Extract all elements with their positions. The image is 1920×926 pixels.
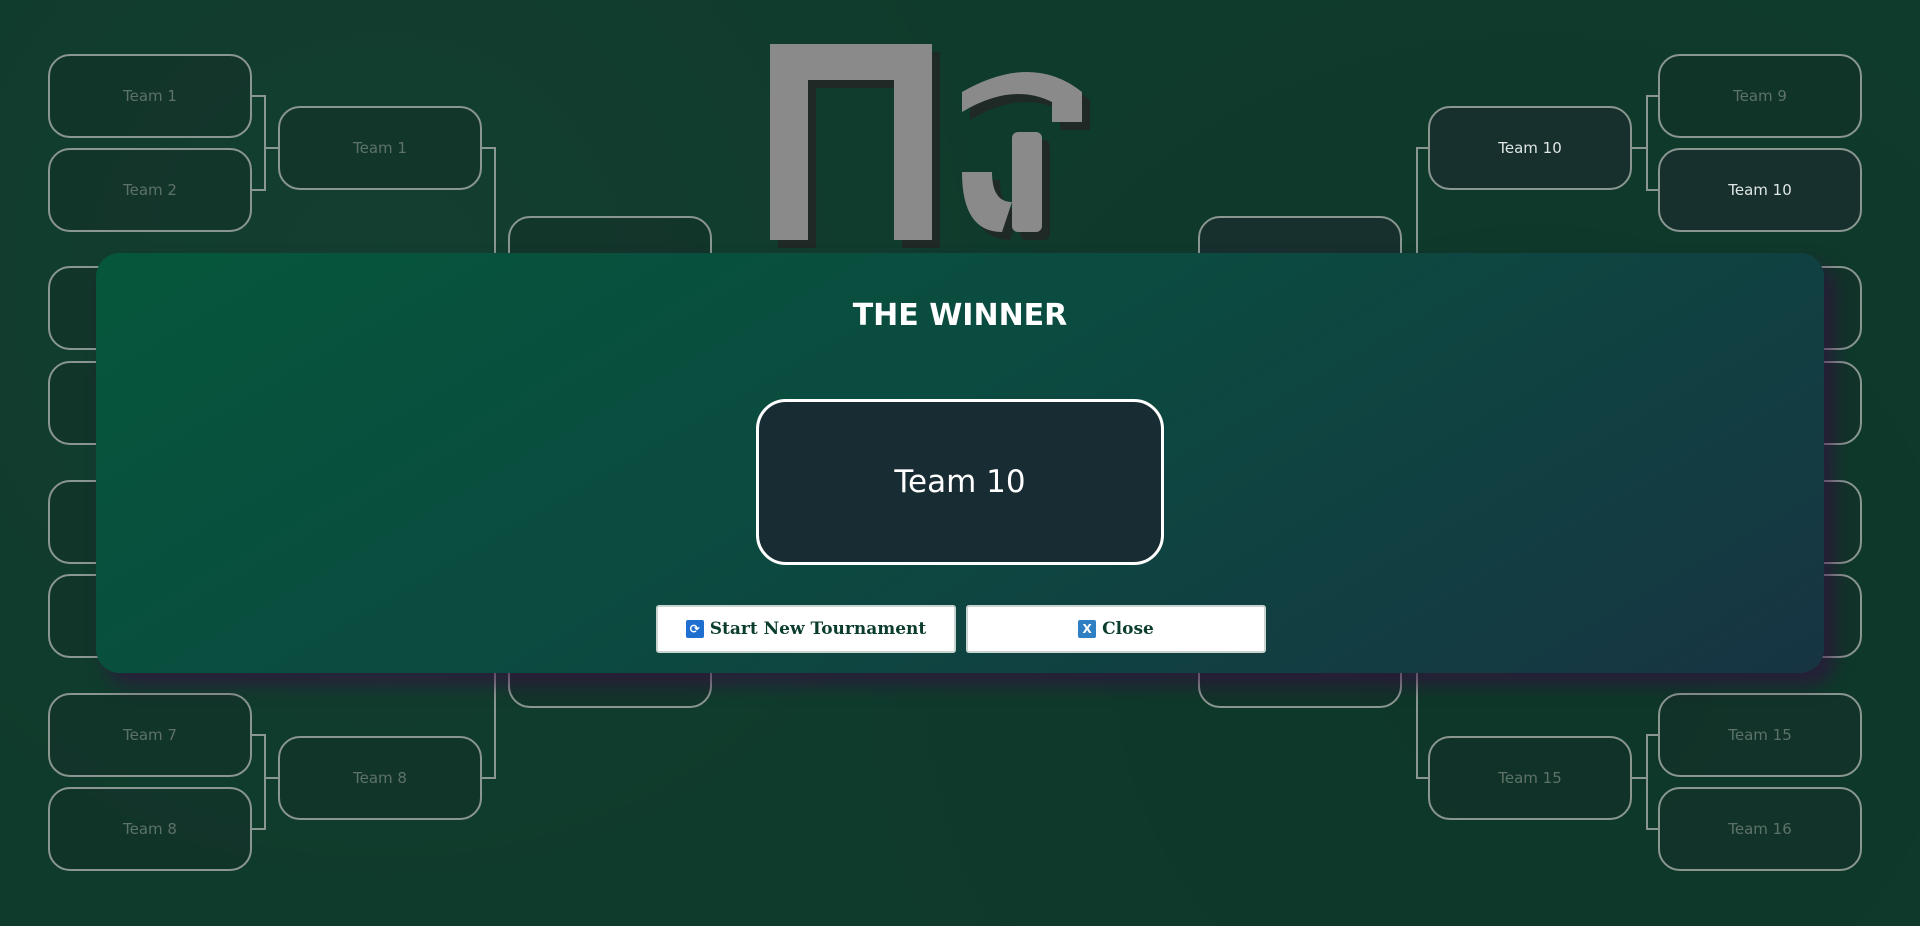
bracket-connector <box>1646 734 1648 830</box>
bracket-connector <box>1646 189 1660 191</box>
bracket-slot[interactable]: Team 8 <box>48 787 252 871</box>
bracket-slot[interactable]: Team 16 <box>1658 787 1862 871</box>
bracket-connector <box>1416 147 1418 257</box>
bracket-connector <box>494 147 496 257</box>
bracket-connector <box>264 147 278 149</box>
logo <box>770 44 1090 248</box>
bracket-slot[interactable]: Team 9 <box>1658 54 1862 138</box>
bracket-connector <box>1416 777 1430 779</box>
bracket-slot[interactable]: Team 15 <box>1428 736 1632 820</box>
bracket-slot[interactable]: Team 1 <box>48 54 252 138</box>
bracket-slot[interactable]: Team 2 <box>48 148 252 232</box>
refresh-icon: ⟳ <box>685 620 704 638</box>
bracket-slot[interactable]: Team 7 <box>48 693 252 777</box>
start-new-tournament-label: Start New Tournament <box>709 619 927 639</box>
start-new-tournament-button[interactable]: ⟳ Start New Tournament <box>656 605 956 653</box>
winner-team-label: Team 10 <box>894 464 1026 500</box>
close-button[interactable]: X Close <box>966 605 1266 653</box>
bracket-connector <box>494 666 496 779</box>
winner-team-box: Team 10 <box>756 399 1164 565</box>
bracket-connector <box>1632 147 1646 149</box>
winner-modal: THE WINNER Team 10 ⟳ Start New Tournamen… <box>96 253 1824 673</box>
close-label: Close <box>1102 619 1154 639</box>
modal-title: THE WINNER <box>852 298 1068 333</box>
bracket-connector <box>264 734 266 830</box>
bracket-connector <box>1632 777 1646 779</box>
bracket-connector <box>1646 828 1660 830</box>
bracket-connector <box>264 95 266 191</box>
bracket-slot[interactable]: Team 1 <box>278 106 482 190</box>
bracket-slot[interactable]: Team 8 <box>278 736 482 820</box>
bracket-connector <box>1646 95 1660 97</box>
bracket-connector <box>1416 666 1418 779</box>
bracket-connector <box>1416 147 1430 149</box>
bracket-slot[interactable]: Team 10 <box>1658 148 1862 232</box>
bracket-connector <box>1646 95 1648 191</box>
bracket-slot[interactable]: Team 15 <box>1658 693 1862 777</box>
bracket-slot[interactable]: Team 10 <box>1428 106 1632 190</box>
close-x-icon: X <box>1078 620 1097 638</box>
bracket-connector <box>1646 734 1660 736</box>
bracket-connector <box>264 777 278 779</box>
